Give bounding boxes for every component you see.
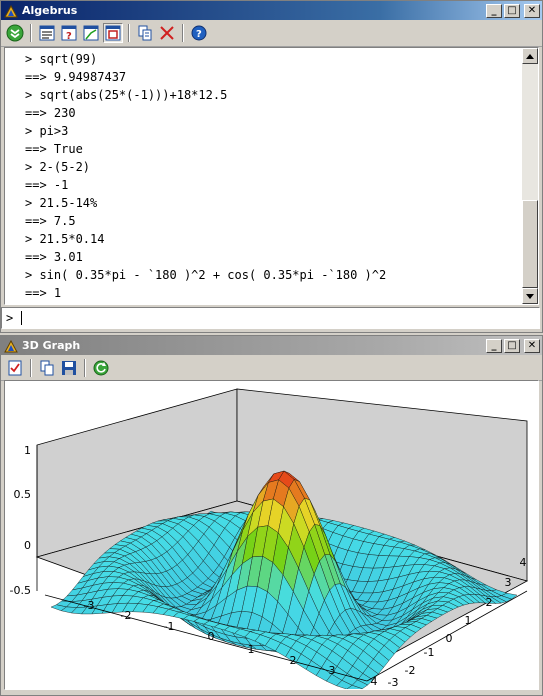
tick-label: -1 [164,620,175,633]
vertical-scrollbar[interactable] [522,48,538,304]
tick-label: 3 [329,664,336,677]
algebrus-titlebar[interactable]: Algebrus _ □ ✕ [1,1,542,20]
text-view-button[interactable] [37,23,57,43]
tick-label: 0 [446,632,453,645]
clear-button[interactable] [157,23,177,43]
question-window-icon: ? [61,25,77,41]
console-line: ==> 230 [25,106,76,120]
copy-icon [138,25,152,41]
text-caret [21,311,23,325]
console-line: > 21.5-14% [25,196,98,210]
toolbar-separator [30,24,32,42]
console-line: > sqrt(99) [25,52,98,66]
tick-label: 1 [248,643,255,656]
floppy-disk-icon [62,360,76,375]
copy-icon [40,360,54,375]
minimize-button[interactable]: _ [486,3,502,18]
save-graph-button[interactable] [59,358,79,378]
copy-button[interactable] [135,23,155,43]
arrow-down-icon [526,293,534,299]
graph-2d-button[interactable] [81,23,101,43]
graph-2d-icon [83,25,99,41]
tick-label: -2 [121,609,132,622]
refresh-icon [93,360,109,375]
tick-label: 4 [520,556,527,569]
console-line: ==> 7.5 [25,214,76,228]
input-prompt: > [6,311,14,325]
close-button[interactable]: ✕ [524,3,540,18]
scroll-down-button[interactable] [522,288,538,304]
toolbar-separator [30,358,32,377]
console-line: ==> 3.01 [25,250,83,264]
tick-label: -3 [388,676,399,689]
tick-label: 2 [290,654,297,667]
tick-label: -1 [424,646,435,659]
graph-3d-icon [105,25,121,41]
tick-label: 0 [24,539,31,552]
graph-properties-button[interactable] [5,358,25,378]
tick-label: -3 [84,599,95,612]
tick-label: -0.5 [10,584,31,597]
tick-label: 0.5 [14,488,32,501]
scroll-up-button[interactable] [522,48,538,64]
tick-label: 1 [465,614,472,627]
console-line: > 2-(5-2) [25,160,91,174]
chevron-down-circle-icon [6,24,24,42]
toolbar-separator [128,24,130,42]
copy-graph-button[interactable] [37,358,57,378]
graph-window-title: 3D Graph [22,339,81,352]
console-line: > 21.5*0.14 [25,232,105,246]
scroll-thumb[interactable] [522,200,538,288]
algebrus-toolbar: ? ? [1,20,542,47]
console-output[interactable]: > sqrt(99) ==> 9.94987437 > sqrt(abs(25*(-… [4,47,539,305]
text-window-icon [39,25,55,41]
toolbar-separator [84,358,86,377]
surface-plot[interactable]: 10.50-0.5-3-2-10123443210-1-2-3 [5,381,538,692]
tick-label: 0 [208,630,215,643]
help-button[interactable]: ? [189,23,209,43]
graph-toolbar [1,355,542,381]
command-input[interactable]: > [1,307,540,329]
console-line: > sqrt(abs(25*(-1)))+18*12.5 [25,88,228,102]
console-line: ==> 9.94987437 [25,70,127,84]
tick-label: 2 [486,596,493,609]
close-button[interactable]: ✕ [524,338,540,353]
minimize-button[interactable]: _ [486,338,502,353]
toolbar-separator [182,24,184,42]
help-window-button[interactable]: ? [59,23,79,43]
svg-text:?: ? [196,29,202,40]
window-title: Algebrus [22,4,78,17]
console-line: ==> 1 [25,286,62,300]
console-line: ==> True [25,142,83,156]
refresh-graph-button[interactable] [91,358,111,378]
tick-label: 1 [24,444,31,457]
app-icon [4,4,18,18]
maximize-button[interactable]: □ [504,3,520,18]
tick-label: 3 [505,576,512,589]
console-lines: > sqrt(99) ==> 9.94987437 > sqrt(abs(25*(-… [5,48,538,302]
maximize-button[interactable]: □ [504,338,520,353]
console-line: > pi>3 [25,124,69,138]
console-line: ==> -1 [25,178,69,192]
red-x-icon [160,26,174,40]
tick-label: 4 [371,675,378,688]
svg-text:?: ? [66,31,72,41]
graph-3d-button[interactable] [103,23,123,43]
help-icon: ? [191,25,207,41]
checklist-icon [8,360,22,375]
arrow-up-icon [526,53,534,59]
graph-canvas[interactable]: 1 0.5 0 -0.5 -3 -2 -1 0 1 2 3 4 4 3 2 1 0 -1 -2 -3 [4,380,539,692]
tick-label: -2 [405,664,416,677]
graph-titlebar[interactable]: 3D Graph _ □ ✕ [1,336,542,355]
app-icon [4,339,18,353]
console-line: > sin( 0.35*pi - `180 )^2 + cos( 0.35*pi… [25,268,387,282]
show-options-button[interactable] [5,23,25,43]
